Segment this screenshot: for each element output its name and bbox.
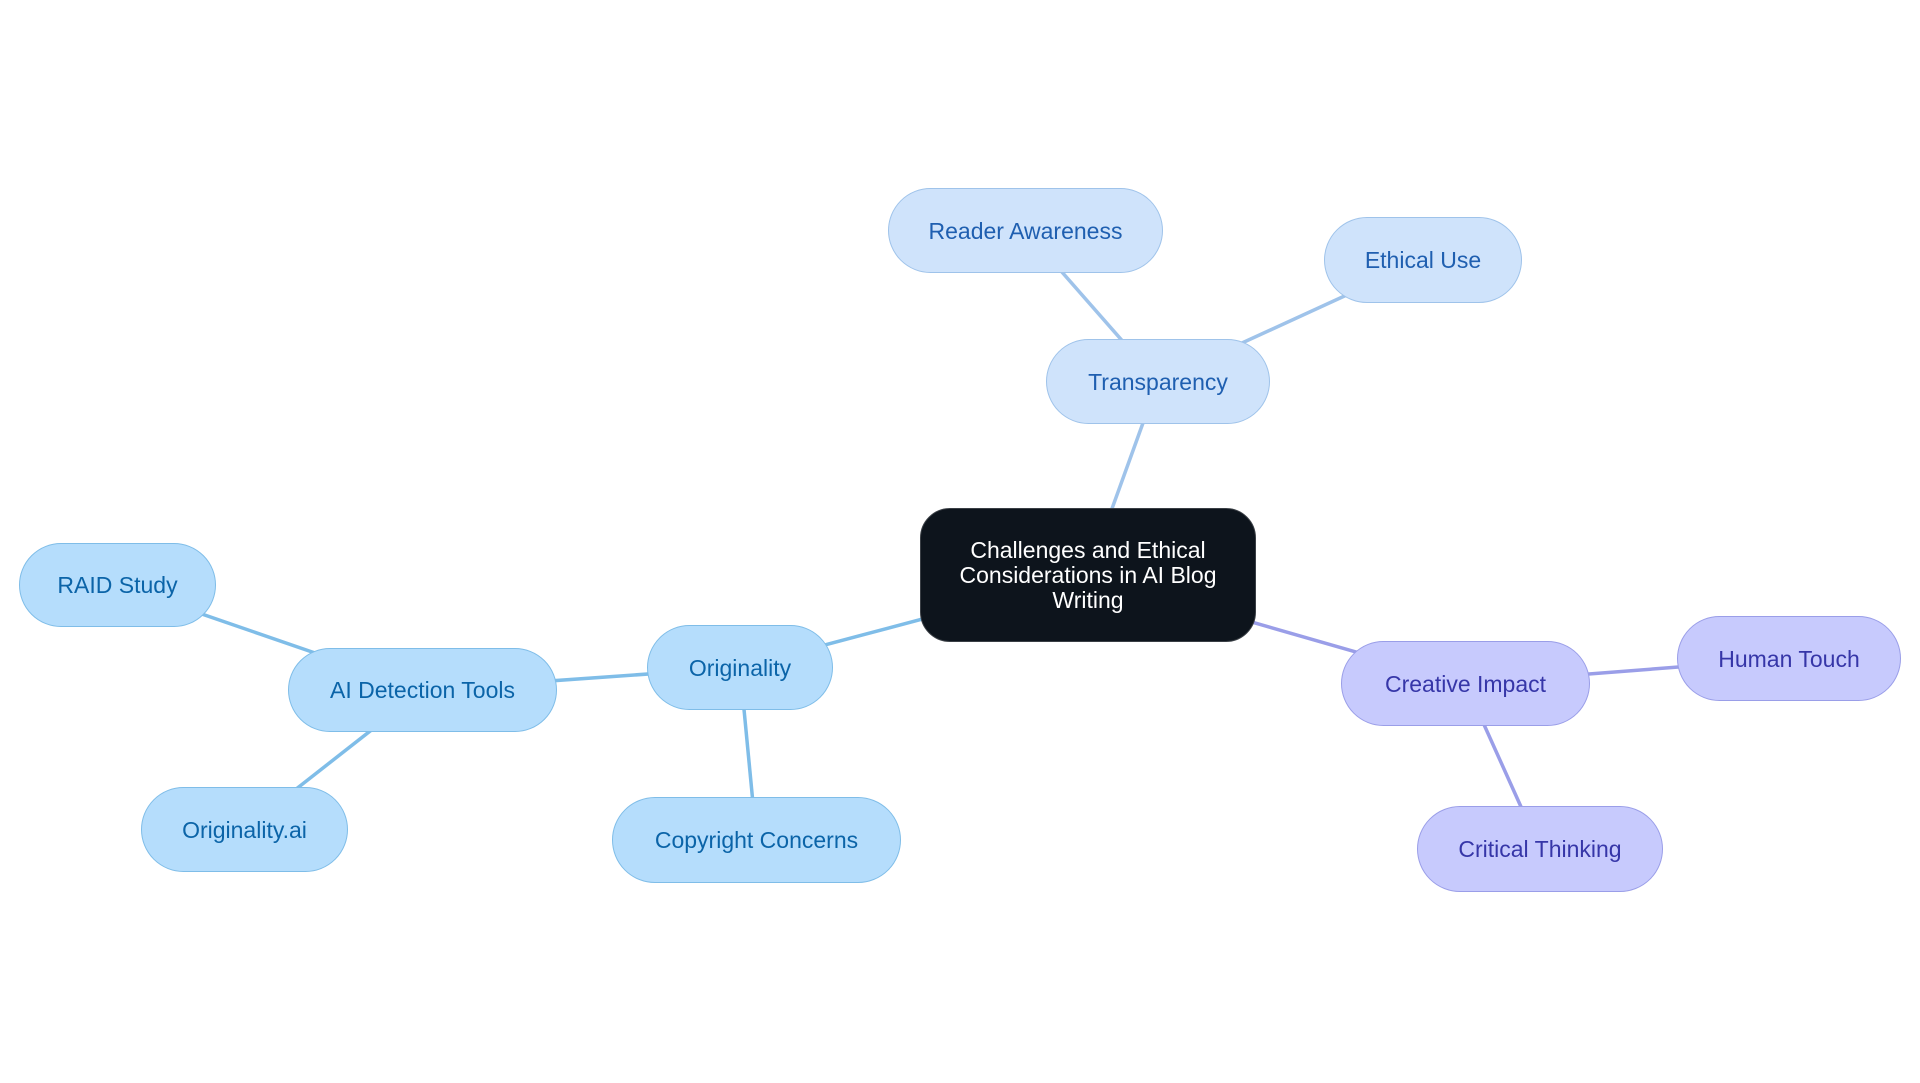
- node-creative-impact-label: Creative Impact: [1384, 670, 1547, 697]
- node-ethical-use-label: Ethical Use: [1364, 247, 1482, 273]
- node-raid-study[interactable]: RAID Study: [19, 543, 216, 627]
- node-human-touch[interactable]: Human Touch: [1677, 616, 1901, 701]
- node-originality-ai-label: Originality.ai: [182, 816, 307, 843]
- node-critical-thinking-label: Critical Thinking: [1458, 836, 1622, 862]
- node-originality[interactable]: Originality: [647, 625, 833, 710]
- node-creative-impact[interactable]: Creative Impact: [1341, 641, 1590, 726]
- node-raid-study-label: RAID Study: [57, 572, 178, 598]
- node-originality-label: Originality: [688, 654, 792, 681]
- node-human-touch-label: Human Touch: [1718, 645, 1860, 672]
- node-reader-awareness[interactable]: Reader Awareness: [888, 188, 1163, 273]
- node-ai-detection-tools-label: AI Detection Tools: [330, 677, 515, 703]
- node-transparency[interactable]: Transparency: [1046, 339, 1270, 424]
- node-critical-thinking[interactable]: Critical Thinking: [1417, 806, 1663, 892]
- root-node[interactable]: Challenges and Ethical Considerations in…: [920, 508, 1256, 642]
- node-originality-ai[interactable]: Originality.ai: [141, 787, 348, 872]
- node-copyright-concerns[interactable]: Copyright Concerns: [612, 797, 901, 883]
- node-reader-awareness-label: Reader Awareness: [928, 217, 1123, 244]
- node-ai-detection-tools[interactable]: AI Detection Tools: [288, 648, 557, 732]
- node-copyright-concerns-label: Copyright Concerns: [654, 827, 859, 853]
- root-node-label: Challenges and Ethical Considerations in…: [959, 536, 1217, 613]
- node-ethical-use[interactable]: Ethical Use: [1324, 217, 1522, 303]
- node-transparency-label: Transparency: [1088, 368, 1228, 395]
